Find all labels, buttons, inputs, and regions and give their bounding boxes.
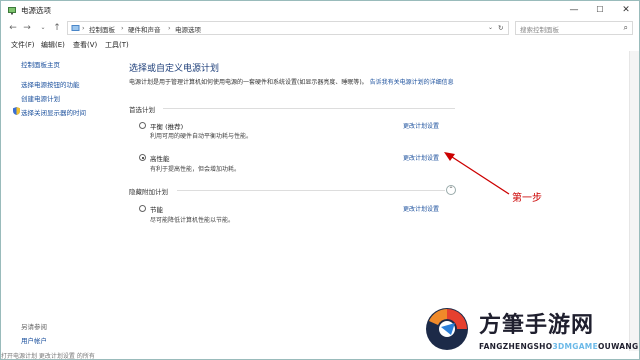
back-arrow-icon[interactable]: ← (7, 22, 19, 34)
page-description: 电源计划是用于管理计算机如何使用电源的一套硬件和系统设置(如显示器亮度、睡眠等)… (129, 78, 459, 88)
refresh-icon[interactable]: ↻ (498, 24, 503, 32)
window-title: 电源选项 (21, 6, 51, 15)
hidden-plans-label: 隐藏附加计划 (129, 188, 168, 196)
site-watermark: 方筆手游网 FANGZHENGSHO3DMGAMEOUWANG (421, 301, 639, 359)
power-options-icon (8, 7, 16, 15)
plan-balanced-description: 利用可用的硬件自动平衡功耗与性能。 (150, 133, 253, 140)
sidebar-item-user-accounts[interactable]: 用户帐户 (21, 335, 47, 345)
group-divider (177, 190, 445, 191)
breadcrumb-power-options[interactable]: 电源选项 (175, 24, 201, 34)
plan-high-performance-radio[interactable] (139, 154, 146, 161)
page-title: 选择或自定义电源计划 (129, 64, 220, 74)
description-text: 电源计划是用于管理计算机如何使用电源的一套硬件和系统设置(如显示器亮度、睡眠等)… (129, 79, 368, 86)
close-button[interactable]: ✕ (613, 1, 639, 19)
annotation-label: 第一步 (512, 193, 542, 204)
sidebar-item-display-off[interactable]: 选择关闭显示器的时间 (21, 107, 86, 117)
power-options-window: 电源选项 — ☐ ✕ ← → ⌄ ↑ › 控制面板 › 硬件和声音 › 电源选项… (0, 0, 640, 360)
plan-power-saver-radio[interactable] (139, 205, 146, 212)
up-arrow-icon[interactable]: ↑ (51, 22, 63, 34)
title-bar: 电源选项 — ☐ ✕ (1, 1, 639, 19)
menu-view[interactable]: 查看(V) (73, 40, 97, 50)
change-plan-settings-link-balanced[interactable]: 更改计划设置 (403, 121, 439, 130)
menu-file[interactable]: 文件(F) (11, 40, 35, 50)
plan-high-performance-name[interactable]: 高性能 (150, 153, 170, 163)
recent-locations-chevron-icon[interactable]: ⌄ (37, 22, 49, 34)
breadcrumb-separator-icon: › (82, 24, 85, 32)
breadcrumb-control-panel[interactable]: 控制面板 (89, 24, 115, 34)
plan-balanced-name[interactable]: 平衡 (推荐) (150, 121, 183, 131)
plan-high-performance-description: 有利于提高性能，但会增加功耗。 (150, 166, 241, 173)
plan-power-saver-description: 尽可能降低计算机性能以节能。 (150, 217, 235, 224)
sidebar-item-create-plan[interactable]: 创建电源计划 (21, 93, 60, 103)
watermark-brand: 方筆手游网 (479, 313, 595, 338)
preferred-plans-label: 首选计划 (129, 106, 155, 114)
status-text-snippet: 打开电源计划 更改计划设置 的所有 (1, 353, 95, 360)
address-dropdown-icon[interactable]: ⌄ (488, 24, 493, 31)
menu-bar: 文件(F) 编辑(E) 查看(V) 工具(T) (1, 38, 639, 51)
change-plan-settings-link-high-performance[interactable]: 更改计划设置 (403, 153, 439, 162)
minimize-button[interactable]: — (561, 1, 587, 19)
control-panel-icon (71, 25, 80, 31)
watermark-domain: FANGZHENGSHO3DMGAMEOUWANG (479, 342, 639, 351)
search-placeholder: 搜索控制面板 (520, 26, 559, 34)
annotation-arrow-icon (444, 152, 510, 195)
breadcrumb-separator-icon: › (168, 24, 171, 32)
sidebar-item-power-button[interactable]: 选择电源按钮的功能 (21, 79, 80, 89)
menu-tools[interactable]: 工具(T) (105, 40, 129, 50)
address-field[interactable]: › 控制面板 › 硬件和声音 › 电源选项 ⌄ ↻ (67, 21, 509, 35)
power-plans-help-link[interactable]: 告诉我有关电源计划的详细信息 (370, 79, 454, 86)
plan-balanced-radio[interactable] (139, 122, 146, 129)
sidebar-item-control-panel-home[interactable]: 控制面板主页 (21, 59, 60, 69)
shield-icon (13, 107, 20, 115)
plan-power-saver-name[interactable]: 节能 (150, 204, 163, 214)
search-icon[interactable]: ⌕ (624, 23, 628, 33)
search-field[interactable]: 搜索控制面板 ⌕ (515, 21, 633, 35)
menu-edit[interactable]: 编辑(E) (41, 40, 65, 50)
sidebar: 控制面板主页 选择电源按钮的功能 创建电源计划 选择关闭显示器的时间 另请参阅 … (1, 51, 119, 351)
breadcrumb-separator-icon: › (121, 24, 124, 32)
maximize-button[interactable]: ☐ (587, 1, 613, 19)
see-also-heading: 另请参阅 (21, 323, 47, 331)
group-divider (163, 108, 455, 109)
watermark-logo-icon (426, 308, 468, 350)
change-plan-settings-link-power-saver[interactable]: 更改计划设置 (403, 204, 439, 213)
forward-arrow-icon[interactable]: → (21, 22, 33, 34)
breadcrumb-hardware-sound[interactable]: 硬件和声音 (128, 24, 161, 34)
address-bar: ← → ⌄ ↑ › 控制面板 › 硬件和声音 › 电源选项 ⌄ ↻ 搜索控制面板… (1, 19, 639, 37)
